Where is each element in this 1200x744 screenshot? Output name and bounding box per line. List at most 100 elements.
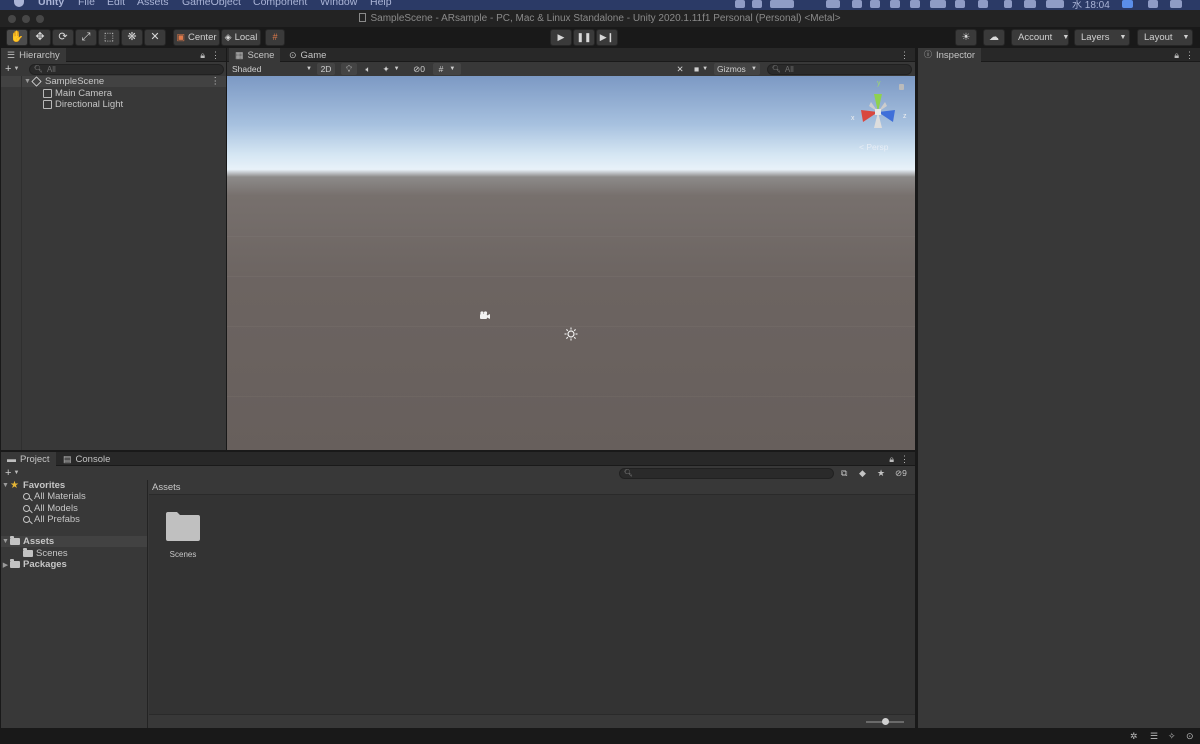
- chevron-down-icon[interactable]: ▼: [13, 470, 19, 476]
- tab-scene[interactable]: ▦ Scene: [229, 48, 281, 62]
- tab-console[interactable]: ▤ Console: [57, 452, 116, 466]
- scene-tools-button[interactable]: ✕: [673, 63, 687, 75]
- status-app-icon[interactable]: [752, 0, 762, 8]
- favorite-all-prefabs[interactable]: All Prefabs: [1, 514, 147, 525]
- more-options-icon[interactable]: ⋮: [1185, 50, 1194, 61]
- cloud-button[interactable]: ☁: [983, 29, 1005, 46]
- auto-generate-lighting-icon[interactable]: ✧: [1168, 731, 1176, 742]
- project-search-input[interactable]: 🔍︎: [619, 468, 834, 479]
- light-gizmo-icon[interactable]: [564, 327, 578, 341]
- bluetooth-icon[interactable]: [1004, 0, 1012, 8]
- status-app-icon[interactable]: [826, 0, 840, 8]
- hand-tool-button[interactable]: ✋: [6, 29, 28, 46]
- menu-help[interactable]: Help: [370, 0, 392, 8]
- pivot-rotation-button[interactable]: ◈ Local: [221, 29, 261, 46]
- hidden-packages-toggle[interactable]: ⊘9: [895, 468, 907, 479]
- draw-mode-dropdown[interactable]: Shaded ▼: [230, 63, 314, 75]
- lock-icon[interactable]: 🔒︎: [889, 454, 894, 465]
- grid-visibility-dropdown[interactable]: # ▼: [433, 63, 461, 75]
- lock-icon[interactable]: 🔒︎: [200, 50, 205, 61]
- projection-label[interactable]: < Persp: [859, 142, 889, 152]
- status-app-icon[interactable]: [735, 0, 745, 8]
- scene-search-input[interactable]: 🔍︎ All: [767, 64, 912, 75]
- pause-button[interactable]: ❚❚: [573, 29, 595, 46]
- menu-edit[interactable]: Edit: [107, 0, 125, 8]
- menu-window[interactable]: Window: [320, 0, 357, 8]
- pivot-mode-button[interactable]: ▣ Center: [173, 29, 220, 46]
- menu-file[interactable]: File: [78, 0, 95, 8]
- assets-folder-row[interactable]: ▼ Assets: [1, 536, 147, 547]
- toggle-2d-button[interactable]: 2D: [317, 63, 335, 75]
- hierarchy-item-main-camera[interactable]: Main Camera: [1, 88, 226, 99]
- tab-hierarchy[interactable]: ☰ Hierarchy: [1, 48, 66, 62]
- custom-tool-button[interactable]: ✕: [144, 29, 166, 46]
- status-app-icon[interactable]: [910, 0, 920, 8]
- account-dropdown[interactable]: Account ▼: [1011, 29, 1069, 46]
- cache-server-icon[interactable]: ☰: [1150, 731, 1158, 742]
- app-menu-unity[interactable]: Unity: [38, 0, 64, 8]
- transform-tool-button[interactable]: ❋: [121, 29, 143, 46]
- favorite-all-materials[interactable]: All Materials: [1, 491, 147, 502]
- expand-arrow-icon[interactable]: ▶: [1, 561, 10, 569]
- favorite-all-models[interactable]: All Models: [1, 503, 147, 514]
- input-source-icon[interactable]: [1122, 0, 1133, 8]
- progress-check-icon[interactable]: ⊙: [1186, 731, 1194, 742]
- hierarchy-search-input[interactable]: 🔍︎ All: [29, 64, 224, 75]
- scene-viewport[interactable]: y x z < Persp: [227, 76, 915, 450]
- scenes-folder-row[interactable]: Scenes: [1, 548, 147, 559]
- lock-icon[interactable]: 🔒︎: [1174, 50, 1179, 61]
- effects-dropdown[interactable]: ✦ ▼: [378, 63, 404, 75]
- scene-row[interactable]: ▼ SampleScene ⋮: [1, 76, 226, 87]
- layout-dropdown[interactable]: Layout ▼: [1137, 29, 1193, 46]
- cloud-status-icon[interactable]: [930, 0, 946, 8]
- scene-lighting-toggle[interactable]: 💡︎: [341, 63, 357, 75]
- asset-item-scenes[interactable]: Scenes: [163, 508, 203, 559]
- more-options-icon[interactable]: ⋮: [211, 76, 221, 87]
- menubar-clock[interactable]: 水 18:04: [1072, 0, 1110, 10]
- menu-assets[interactable]: Assets: [137, 0, 169, 8]
- hierarchy-item-directional-light[interactable]: Directional Light: [1, 99, 226, 110]
- grid-snapping-button[interactable]: #: [265, 29, 285, 46]
- bug-report-icon[interactable]: ✲: [1130, 731, 1138, 742]
- camera-gizmo-icon[interactable]: [479, 311, 491, 320]
- slider-knob[interactable]: [881, 718, 889, 725]
- packages-folder-row[interactable]: ▶ Packages: [1, 559, 147, 570]
- scale-tool-button[interactable]: ⤢: [75, 29, 97, 46]
- control-center-icon[interactable]: [1170, 0, 1182, 8]
- favorites-row[interactable]: ▼ ★ Favorites: [1, 480, 147, 491]
- play-button[interactable]: ▶: [550, 29, 572, 46]
- layers-dropdown[interactable]: Layers ▼: [1074, 29, 1130, 46]
- battery-icon[interactable]: [1046, 0, 1064, 8]
- scene-audio-toggle[interactable]: 🔈︎: [360, 63, 376, 75]
- tab-inspector[interactable]: ⓘ Inspector: [918, 48, 982, 62]
- status-app-icon[interactable]: [770, 0, 794, 8]
- gizmos-dropdown[interactable]: Gizmos ▼: [714, 63, 760, 75]
- wifi-icon[interactable]: [1024, 0, 1036, 8]
- rotate-tool-button[interactable]: ⟳: [52, 29, 74, 46]
- time-machine-icon[interactable]: [978, 0, 988, 8]
- filter-by-type-icon[interactable]: ⧉: [841, 468, 847, 479]
- more-options-icon[interactable]: ⋮: [900, 454, 909, 465]
- spotlight-icon[interactable]: [1148, 0, 1158, 8]
- status-app-icon[interactable]: [955, 0, 965, 8]
- status-app-icon[interactable]: [852, 0, 862, 8]
- hidden-objects-toggle[interactable]: ⊘ 0: [408, 63, 430, 75]
- tab-project[interactable]: ▬ Project: [1, 452, 56, 466]
- services-button[interactable]: ☀: [955, 29, 977, 46]
- apple-menu-icon[interactable]: [14, 0, 24, 7]
- breadcrumb-assets[interactable]: Assets: [152, 482, 181, 493]
- menu-gameobject[interactable]: GameObject: [182, 0, 241, 8]
- camera-settings-dropdown[interactable]: ■ ▼: [689, 63, 713, 75]
- create-add-icon[interactable]: +: [5, 63, 11, 75]
- tab-game[interactable]: ⊙ Game: [283, 48, 332, 62]
- favorite-star-icon[interactable]: ★: [877, 468, 885, 479]
- expand-arrow-icon[interactable]: ▼: [1, 538, 10, 545]
- create-add-icon[interactable]: +: [5, 467, 11, 479]
- move-tool-button[interactable]: ✥: [29, 29, 51, 46]
- filter-by-label-icon[interactable]: ◆: [859, 468, 866, 479]
- more-options-icon[interactable]: ⋮: [211, 50, 220, 61]
- chevron-down-icon[interactable]: ▼: [13, 66, 19, 72]
- orientation-gizmo[interactable]: [849, 82, 913, 140]
- more-options-icon[interactable]: ⋮: [900, 50, 909, 61]
- status-app-icon[interactable]: [870, 0, 880, 8]
